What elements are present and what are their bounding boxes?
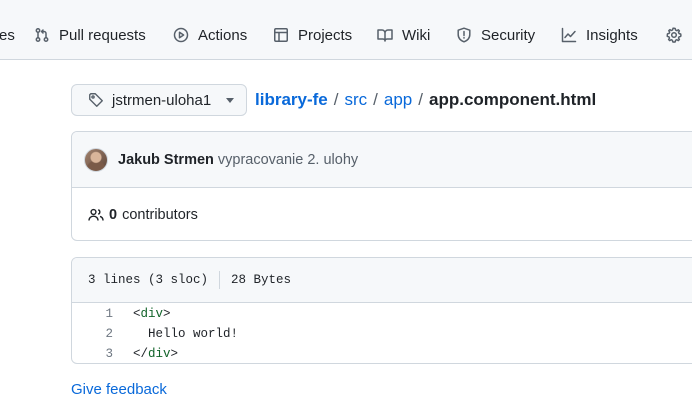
breadcrumb-separator: / bbox=[373, 90, 378, 109]
people-icon bbox=[88, 208, 104, 221]
breadcrumb-repo-link[interactable]: library-fe bbox=[255, 90, 328, 110]
code-line: 3 </div> bbox=[72, 344, 692, 363]
nav-tab-label: Insights bbox=[586, 26, 638, 44]
branch-name: jstrmen-uloha1 bbox=[112, 91, 212, 109]
nav-tab-label: Security bbox=[481, 26, 536, 44]
code-line: 1 <div> bbox=[72, 304, 692, 324]
chevron-down-icon bbox=[226, 97, 234, 103]
breadcrumb: library-fe / src / app / app.component.h… bbox=[255, 89, 596, 111]
code-text: Hello world! bbox=[133, 327, 239, 341]
tag-icon bbox=[88, 92, 104, 108]
contributors-count: 0 bbox=[109, 206, 118, 223]
commit-author-link[interactable]: Jakub Strmen bbox=[118, 152, 214, 168]
line-number[interactable]: 2 bbox=[72, 327, 113, 341]
file-viewer: 3 lines (3 sloc) 28 Bytes 1 <div> 2 Hell… bbox=[71, 257, 692, 364]
line-number[interactable]: 1 bbox=[72, 307, 113, 321]
code-text: </div> bbox=[133, 347, 179, 361]
nav-tab-pull-requests[interactable]: Pull requests bbox=[34, 23, 146, 47]
nav-tab-projects[interactable]: Projects bbox=[273, 23, 352, 47]
latest-commit-box: Jakub Strmen vypracovanie 2. ulohy 0 con… bbox=[71, 131, 692, 241]
contributors-row[interactable]: 0 contributors bbox=[72, 188, 692, 240]
give-feedback-link[interactable]: Give feedback bbox=[71, 381, 167, 398]
graph-icon bbox=[561, 27, 577, 43]
commit-message-link[interactable]: vypracovanie 2. ulohy bbox=[218, 152, 358, 168]
repo-nav: es Pull requests Actions Projects Wiki S… bbox=[0, 0, 692, 60]
nav-tab-actions[interactable]: Actions bbox=[173, 23, 247, 47]
play-circle-icon bbox=[173, 27, 189, 43]
nav-tab-label: Wiki bbox=[402, 26, 431, 44]
nav-tab-label: Projects bbox=[298, 26, 353, 44]
avatar[interactable] bbox=[84, 147, 108, 172]
breadcrumb-current-file: app.component.html bbox=[429, 90, 597, 109]
table-icon bbox=[274, 28, 288, 42]
nav-tab-label: es bbox=[0, 26, 15, 44]
code-line: 2 Hello world! bbox=[72, 324, 692, 344]
nav-tab-insights[interactable]: Insights bbox=[561, 23, 638, 47]
nav-tab-wiki[interactable]: Wiki bbox=[377, 23, 430, 47]
line-number[interactable]: 3 bbox=[72, 347, 113, 361]
nav-tab-label: Pull requests bbox=[59, 26, 146, 44]
file-header: 3 lines (3 sloc) 28 Bytes bbox=[72, 258, 692, 303]
latest-commit-header: Jakub Strmen vypracovanie 2. ulohy bbox=[72, 132, 692, 188]
code-view: 1 <div> 2 Hello world! 3 </div> bbox=[72, 303, 692, 363]
pull-request-icon bbox=[35, 28, 49, 42]
file-header-divider bbox=[219, 271, 221, 289]
shield-icon bbox=[457, 27, 471, 43]
code-text: <div> bbox=[133, 307, 171, 321]
file-lines-info: 3 lines (3 sloc) bbox=[88, 273, 209, 287]
breadcrumb-app-link[interactable]: app bbox=[384, 90, 412, 110]
book-icon bbox=[377, 29, 393, 42]
nav-tab-issues[interactable]: es bbox=[0, 23, 15, 47]
nav-tab-security[interactable]: Security bbox=[456, 23, 535, 47]
gear-icon bbox=[666, 27, 682, 43]
nav-tab-label: Actions bbox=[198, 26, 248, 44]
breadcrumb-separator: / bbox=[418, 90, 423, 109]
branch-selector-button[interactable]: jstrmen-uloha1 bbox=[71, 84, 247, 116]
breadcrumb-src-link[interactable]: src bbox=[344, 90, 367, 110]
file-size: 28 Bytes bbox=[231, 273, 292, 287]
nav-tab-settings[interactable] bbox=[666, 23, 682, 47]
breadcrumb-separator: / bbox=[333, 90, 339, 109]
contributors-label: contributors bbox=[122, 206, 198, 223]
